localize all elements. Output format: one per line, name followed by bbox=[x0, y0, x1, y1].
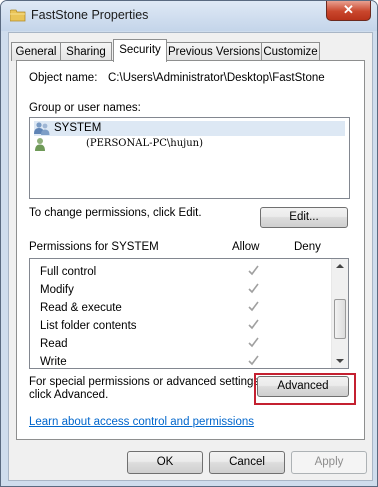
permission-row[interactable]: Write bbox=[40, 353, 330, 371]
scroll-thumb[interactable] bbox=[334, 299, 346, 339]
object-name-label: Object name: bbox=[29, 72, 98, 84]
tab-customize[interactable]: Customize bbox=[261, 42, 320, 61]
permission-row[interactable]: Read bbox=[40, 335, 330, 353]
user-item-system[interactable]: SYSTEM bbox=[34, 121, 345, 136]
scroll-up-arrow-icon[interactable] bbox=[336, 263, 344, 269]
permission-row[interactable]: List folder contents bbox=[40, 317, 330, 335]
permission-name: Write bbox=[40, 356, 67, 368]
permissions-listbox[interactable]: Full control Modify Read & execute List fol… bbox=[29, 258, 349, 369]
special-permissions-text-line1: For special permissions or advanced sett… bbox=[29, 376, 263, 388]
allow-check-icon bbox=[248, 337, 259, 348]
user-name: (PERSONAL-PC\hujun) bbox=[86, 138, 204, 149]
permission-row[interactable]: Read & execute bbox=[40, 299, 330, 317]
tab-sharing[interactable]: Sharing bbox=[60, 42, 112, 61]
group-label: Group or user names: bbox=[29, 102, 141, 114]
permission-name: List folder contents bbox=[40, 320, 137, 332]
ok-button[interactable]: OK bbox=[127, 451, 203, 474]
permission-name: Modify bbox=[40, 284, 74, 296]
allow-check-icon bbox=[248, 265, 259, 276]
allow-check-icon bbox=[248, 301, 259, 312]
user-icon bbox=[35, 138, 45, 151]
apply-button[interactable]: Apply bbox=[291, 451, 367, 474]
change-permissions-text: To change permissions, click Edit. bbox=[29, 207, 202, 219]
allow-check-icon bbox=[248, 355, 259, 366]
folder-icon bbox=[10, 9, 26, 22]
edit-button[interactable]: Edit... bbox=[260, 207, 348, 228]
allow-header: Allow bbox=[232, 241, 260, 253]
deny-header: Deny bbox=[294, 241, 321, 253]
permissions-header: Permissions for SYSTEM bbox=[29, 241, 159, 253]
users-listbox[interactable]: SYSTEM (PERSONAL-PC\hujun) bbox=[29, 117, 350, 199]
permission-row[interactable]: Modify bbox=[40, 281, 330, 299]
allow-check-icon bbox=[248, 319, 259, 330]
permission-name: Read & execute bbox=[40, 302, 122, 314]
permissions-scrollbar[interactable] bbox=[331, 259, 348, 368]
user-item-hujun[interactable]: (PERSONAL-PC\hujun) bbox=[34, 137, 345, 152]
users-group-icon bbox=[34, 122, 50, 135]
object-name-value: C:\Users\Administrator\Desktop\FastStone bbox=[108, 72, 325, 84]
close-button[interactable]: ✕ bbox=[326, 1, 371, 21]
cancel-button[interactable]: Cancel bbox=[209, 451, 285, 474]
permission-name: Read bbox=[40, 338, 68, 350]
permission-row[interactable]: Full control bbox=[40, 263, 330, 281]
scroll-down-arrow-icon[interactable] bbox=[336, 358, 344, 364]
tab-security[interactable]: Security bbox=[113, 39, 167, 62]
tab-general[interactable]: General bbox=[11, 42, 61, 61]
window-title: FastStone Properties bbox=[31, 8, 149, 22]
properties-dialog: FastStone Properties ✕ General Sharing S… bbox=[0, 0, 378, 487]
special-permissions-text-line2: click Advanced. bbox=[29, 389, 109, 401]
allow-check-icon bbox=[248, 283, 259, 294]
title-bar[interactable]: FastStone Properties ✕ bbox=[1, 1, 377, 31]
user-name: SYSTEM bbox=[54, 122, 102, 134]
learn-access-control-link[interactable]: Learn about access control and permissio… bbox=[29, 416, 254, 428]
permission-name: Full control bbox=[40, 266, 97, 278]
advanced-button[interactable]: Advanced bbox=[257, 376, 349, 397]
tab-previous-versions[interactable]: Previous Versions bbox=[166, 42, 262, 61]
